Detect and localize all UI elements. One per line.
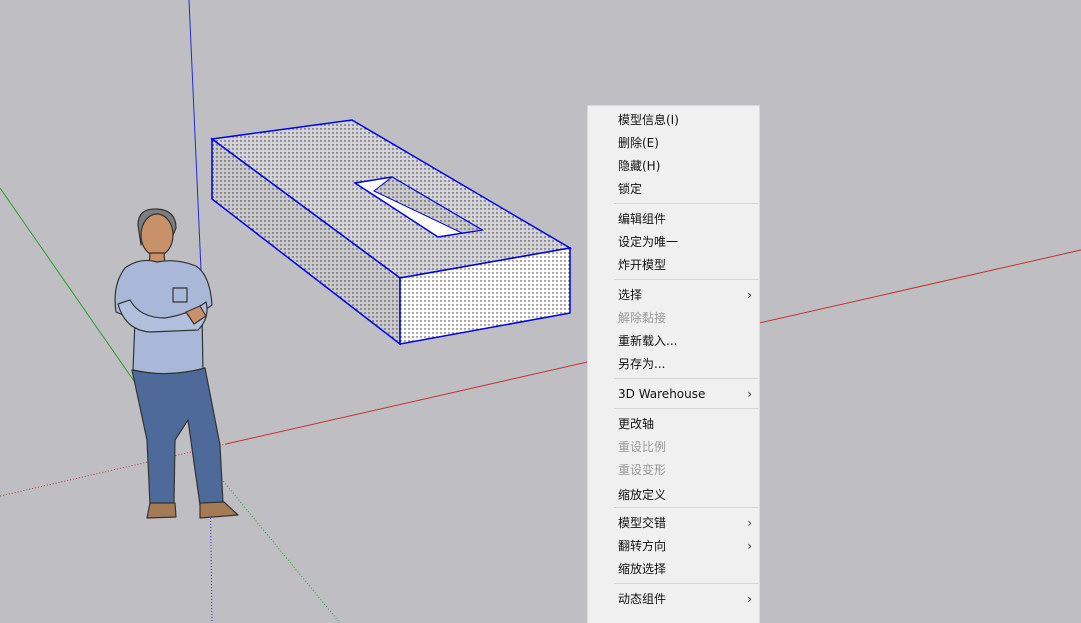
menu-item-label: 设定为唯一 — [618, 235, 679, 249]
menu-item-label: 3D Warehouse — [618, 387, 706, 401]
person-left-shoe — [146, 502, 177, 519]
menu-item-15[interactable]: 缩放定义 — [588, 484, 759, 506]
menu-item-7[interactable]: 选择 › — [588, 284, 759, 306]
person-pants — [131, 367, 224, 506]
menu-item-label: 炸开模型 — [618, 258, 667, 272]
menu-item-label: 重设变形 — [618, 463, 667, 477]
menu-item-label: 隐藏(H) — [618, 159, 661, 173]
menu-item-label: 模型信息(I) — [618, 113, 679, 127]
selected-component-box[interactable] — [210, 119, 573, 346]
menu-item-label: 重新载入... — [618, 334, 678, 348]
menu-item-label: 动态组件 — [618, 592, 667, 606]
menu-item-19[interactable]: 动态组件 › — [588, 588, 759, 610]
menu-item-label: 选择 — [618, 288, 643, 302]
menu-separator — [614, 507, 759, 508]
menu-item-label: 缩放选择 — [618, 562, 667, 576]
menu-item-label: 另存为... — [618, 357, 666, 371]
person-head — [140, 213, 174, 257]
menu-separator — [614, 583, 759, 584]
menu-separator — [614, 378, 759, 379]
menu-separator — [614, 279, 759, 280]
menu-item-label: 锁定 — [618, 182, 643, 196]
menu-item-12[interactable]: 更改轴 — [588, 413, 759, 435]
submenu-arrow-icon: › — [747, 288, 752, 302]
menu-item-4[interactable]: 编辑组件 — [588, 208, 759, 230]
menu-item-label: 更改轴 — [618, 417, 655, 431]
menu-item-label: 模型交错 — [618, 516, 667, 530]
blue-axis-solid — [188, 0, 202, 271]
person-right-shoe — [199, 501, 239, 519]
model-viewport[interactable] — [0, 0, 1081, 623]
submenu-arrow-icon: › — [747, 592, 752, 606]
menu-item-8: 解除黏接 — [588, 307, 759, 329]
menu-item-13: 重设比例 — [588, 436, 759, 458]
menu-item-0[interactable]: 模型信息(I) — [588, 109, 759, 131]
menu-item-label: 重设比例 — [618, 440, 667, 454]
menu-item-10[interactable]: 另存为... — [588, 353, 759, 375]
menu-separator — [614, 203, 759, 204]
submenu-arrow-icon: › — [747, 516, 752, 530]
menu-item-18[interactable]: 缩放选择 — [588, 558, 759, 580]
menu-item-14: 重设变形 — [588, 459, 759, 481]
menu-item-5[interactable]: 设定为唯一 — [588, 231, 759, 253]
green-axis-dotted — [209, 464, 341, 623]
menu-item-17[interactable]: 翻转方向 › — [588, 535, 759, 557]
menu-item-11[interactable]: 3D Warehouse › — [588, 383, 759, 405]
menu-item-label: 编辑组件 — [618, 212, 667, 226]
scale-figure-person[interactable] — [114, 208, 239, 519]
menu-item-label: 缩放定义 — [618, 488, 667, 502]
menu-item-1[interactable]: 删除(E) — [588, 132, 759, 154]
menu-item-9[interactable]: 重新载入... — [588, 330, 759, 352]
menu-separator — [614, 408, 759, 409]
menu-item-label: 翻转方向 — [618, 539, 667, 553]
menu-item-2[interactable]: 隐藏(H) — [588, 155, 759, 177]
menu-item-label: 删除(E) — [618, 136, 659, 150]
menu-item-3[interactable]: 锁定 — [588, 178, 759, 200]
menu-item-6[interactable]: 炸开模型 — [588, 254, 759, 276]
menu-item-16[interactable]: 模型交错 › — [588, 512, 759, 534]
submenu-arrow-icon: › — [747, 539, 752, 553]
menu-item-label: 解除黏接 — [618, 311, 667, 325]
submenu-arrow-icon: › — [747, 387, 752, 401]
context-menu: 模型信息(I) 删除(E) 隐藏(H) 锁定编辑组件设定为唯一炸开模型选择 › 解除黏接重… — [588, 106, 759, 623]
